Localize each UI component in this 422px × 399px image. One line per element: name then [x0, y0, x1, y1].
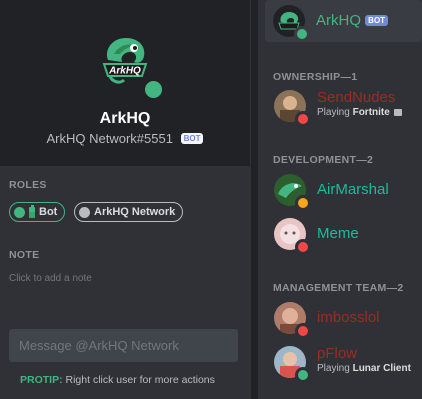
member-name: ArkHQ BOT	[316, 12, 389, 29]
activity-name: Lunar Client	[352, 363, 411, 374]
note-field[interactable]: Click to add a note	[9, 273, 92, 284]
dnd-status-indicator	[295, 323, 311, 339]
roles-title: ROLES	[9, 179, 47, 191]
online-status-indicator	[294, 26, 310, 42]
member-name: pFlow	[317, 345, 358, 362]
member-item-imbosslol[interactable]: imbosslol	[266, 297, 422, 339]
activity-prefix: Playing	[317, 363, 350, 374]
profile-header: ArkHQ ArkHQ ArkHQ Network#5551 BOT	[0, 0, 250, 166]
member-group-title: MANAGEMENT TEAM—2	[273, 282, 404, 294]
member-name-text: ArkHQ	[316, 12, 361, 29]
member-name: SendNudes	[317, 89, 396, 106]
profile-username: ArkHQ	[99, 110, 151, 127]
protip-label: PROTIP:	[20, 374, 63, 386]
direct-message-input[interactable]	[9, 329, 238, 362]
member-activity: Playing Lunar Client	[317, 363, 411, 374]
divider	[251, 0, 258, 399]
member-item-pflow[interactable]: pFlow Playing Lunar Client	[266, 341, 422, 383]
battery-icon	[29, 204, 35, 218]
member-activity: Playing Fortnite	[317, 107, 402, 118]
user-profile-popout: ArkHQ ArkHQ ArkHQ Network#5551 BOT ROLES…	[0, 0, 250, 399]
member-name: imbosslol	[317, 309, 380, 326]
member-item-meme[interactable]: Meme	[266, 213, 422, 255]
role-pill-arkhq-network[interactable]: ArkHQ Network	[74, 202, 184, 222]
member-item-arkhq[interactable]: ArkHQ BOT	[265, 0, 422, 42]
logo-text: ArkHQ	[108, 66, 141, 77]
dnd-status-indicator	[295, 239, 311, 255]
idle-status-indicator	[295, 195, 311, 211]
member-item-airmarshal[interactable]: AirMarshal	[266, 169, 422, 211]
role-color-dot	[14, 206, 25, 218]
rich-presence-icon	[393, 109, 402, 116]
member-name: AirMarshal	[317, 181, 389, 198]
role-label: Bot	[39, 206, 58, 218]
online-status-indicator	[295, 367, 311, 383]
role-label: ArkHQ Network	[94, 206, 176, 218]
online-status-indicator	[142, 78, 165, 101]
role-color-dot	[79, 206, 90, 218]
member-item-sendnudes[interactable]: SendNudes Playing Fortnite	[266, 85, 422, 127]
member-group-title: DEVELOPMENT—2	[273, 154, 374, 166]
member-name: Meme	[317, 225, 359, 242]
dnd-status-indicator	[295, 111, 311, 127]
note-title: NOTE	[9, 249, 40, 261]
profile-discriminator: ArkHQ Network#5551	[46, 131, 173, 146]
bot-badge: BOT	[180, 133, 204, 144]
profile-tag: ArkHQ Network#5551 BOT	[0, 131, 250, 146]
protip-text: Right click user for more actions	[65, 374, 215, 386]
member-list: ArkHQ BOT OWNERSHIP—1 SendNudes Playing …	[258, 0, 422, 399]
protip: PROTIP: Right click user for more action…	[20, 374, 215, 386]
activity-prefix: Playing	[317, 107, 350, 118]
bot-badge: BOT	[365, 15, 389, 26]
role-pill-bot[interactable]: Bot	[9, 202, 66, 222]
activity-name: Fortnite	[352, 107, 390, 118]
member-group-title: OWNERSHIP—1	[273, 71, 358, 83]
